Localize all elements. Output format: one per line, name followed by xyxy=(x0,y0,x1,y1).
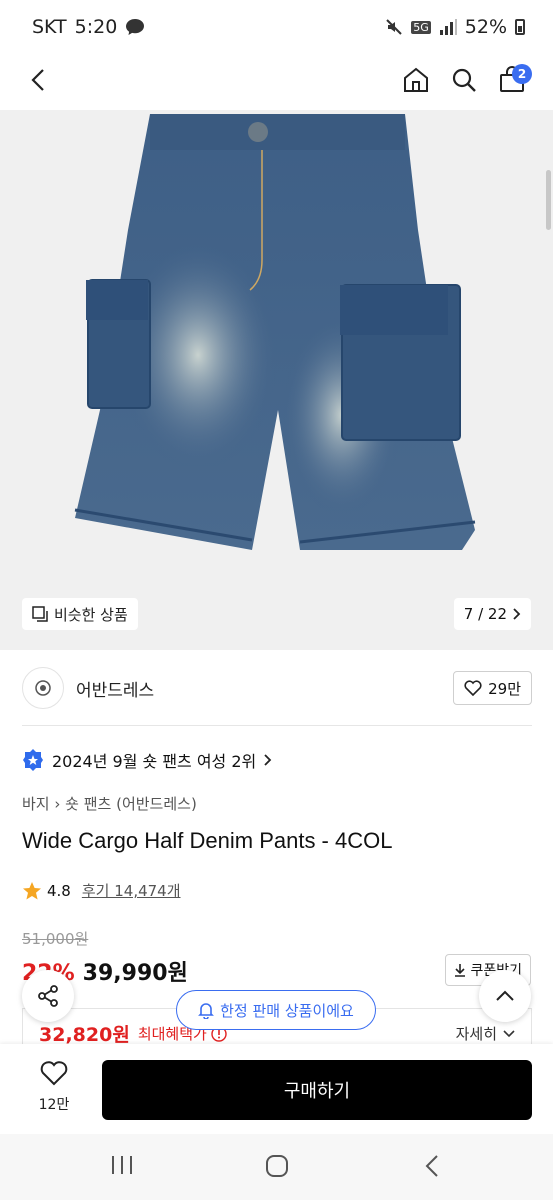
purchase-bar: 12만 구매하기 xyxy=(0,1044,553,1134)
benefit-detail-toggle[interactable]: 자세히 xyxy=(456,1023,515,1044)
limited-sale-toast: 한정 판매 상품이에요 xyxy=(176,990,376,1030)
home-circle-icon xyxy=(266,1155,288,1177)
heart-icon xyxy=(464,680,482,696)
scroll-to-top-button[interactable] xyxy=(479,970,531,1022)
divider xyxy=(22,725,532,726)
brand-logo-icon xyxy=(35,680,51,696)
heart-icon xyxy=(40,1061,68,1086)
share-icon xyxy=(38,985,58,1007)
sale-price: 39,990원 xyxy=(82,961,188,986)
home-icon xyxy=(404,67,428,92)
similar-products-label: 비슷한 상품 xyxy=(54,605,128,624)
ranking-text: 2024년 9월 숏 팬츠 여성 2위 xyxy=(52,752,257,771)
buy-button[interactable]: 구매하기 xyxy=(102,1060,532,1120)
chevron-right-icon xyxy=(264,754,272,766)
clock: 5:20 xyxy=(74,16,118,38)
review-count-link[interactable]: 후기 14,474개 xyxy=(82,880,181,901)
wishlist-count: 12만 xyxy=(38,1097,70,1113)
top-navigation: 2 xyxy=(0,54,553,110)
image-pager-button[interactable]: 7 / 22 xyxy=(453,598,531,630)
back-button[interactable] xyxy=(18,60,58,100)
breadcrumb-separator-icon: › xyxy=(54,795,66,813)
ranking-link[interactable]: 2024년 9월 숏 팬츠 여성 2위 xyxy=(22,748,272,772)
limited-sale-text: 한정 판매 상품이에요 xyxy=(220,1001,354,1020)
recent-apps-button[interactable] xyxy=(110,1154,134,1180)
share-button[interactable] xyxy=(22,970,74,1022)
brand-name[interactable]: 어반드레스 xyxy=(76,676,154,701)
image-page-indicator: 7 / 22 xyxy=(463,605,507,623)
search-icon xyxy=(452,68,476,92)
breadcrumb-subcategory[interactable]: 숏 팬츠 (어반드레스) xyxy=(65,795,197,813)
home-system-button[interactable] xyxy=(265,1154,289,1182)
ranking-badge-icon xyxy=(23,749,43,771)
battery-icon xyxy=(515,19,525,35)
system-navigation-bar xyxy=(0,1134,553,1200)
cart-button[interactable]: 2 xyxy=(492,60,532,100)
brand-logo[interactable] xyxy=(22,667,64,709)
status-bar: SKT 5:20 5G 52% xyxy=(0,0,553,54)
mute-icon xyxy=(386,19,402,35)
star-icon xyxy=(23,881,41,899)
cart-count-badge: 2 xyxy=(512,64,532,84)
rating-value: 4.8 xyxy=(47,881,71,900)
brand-like-count: 29만 xyxy=(488,679,521,698)
product-image xyxy=(74,114,476,550)
max-benefit-price: 32,820원 xyxy=(39,1024,130,1046)
product-title: Wide Cargo Half Denim Pants - 4COL xyxy=(22,828,393,853)
signal-icon xyxy=(439,19,457,35)
search-button[interactable] xyxy=(444,60,484,100)
home-button[interactable] xyxy=(396,60,436,100)
chevron-down-icon xyxy=(503,1029,515,1037)
breadcrumb-category[interactable]: 바지 xyxy=(22,795,50,813)
breadcrumb: 바지 › 숏 팬츠 (어반드레스) xyxy=(22,793,197,814)
benefit-detail-label: 자세히 xyxy=(455,1025,497,1043)
page-scrollbar[interactable] xyxy=(546,170,551,230)
back-icon xyxy=(425,1155,438,1177)
original-price: 51,000원 xyxy=(22,930,89,948)
brand-like-button[interactable]: 29만 xyxy=(453,671,532,705)
similar-items-icon xyxy=(32,606,48,622)
similar-products-button[interactable]: 비슷한 상품 xyxy=(22,598,138,630)
network-type: 5G xyxy=(411,20,431,34)
download-icon xyxy=(455,964,466,977)
rating-row[interactable]: 4.8 후기 14,474개 xyxy=(22,880,181,901)
chevron-up-icon xyxy=(496,990,514,1001)
system-back-button[interactable] xyxy=(424,1154,440,1182)
wishlist-button[interactable]: 12만 xyxy=(24,1060,84,1114)
recent-apps-icon xyxy=(112,1156,132,1174)
chevron-left-icon xyxy=(31,69,44,91)
battery-percent: 52% xyxy=(464,16,507,38)
brand-row: 어반드레스 29만 xyxy=(22,660,532,716)
carrier: SKT xyxy=(32,16,67,38)
chevron-right-icon xyxy=(513,608,521,620)
chat-notification-icon xyxy=(126,19,145,35)
bell-icon xyxy=(198,1003,215,1019)
product-image-carousel[interactable]: 비슷한 상품 7 / 22 xyxy=(0,110,553,650)
